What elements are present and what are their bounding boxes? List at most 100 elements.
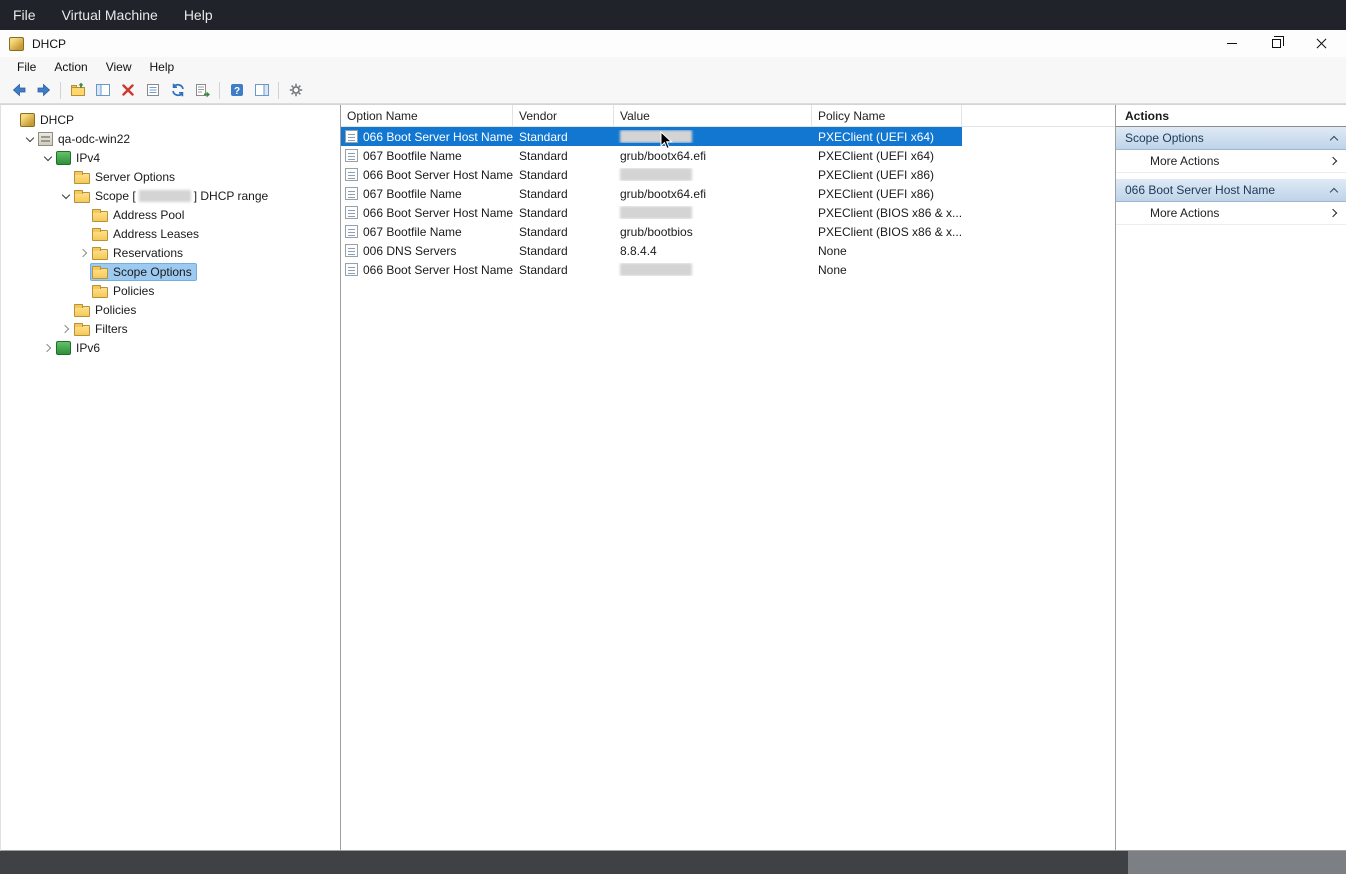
- ipv4-icon: [56, 151, 71, 165]
- cell-option-name: 006 DNS Servers: [341, 244, 513, 258]
- option-name-text: 066 Boot Server Host Name: [363, 130, 513, 144]
- export-list-button[interactable]: [190, 79, 215, 102]
- minimize-button[interactable]: [1209, 30, 1254, 57]
- vm-menubar: File Virtual Machine Help: [0, 0, 1346, 30]
- option-name-text: 067 Bootfile Name: [363, 187, 462, 201]
- properties-button[interactable]: [140, 79, 165, 102]
- table-row[interactable]: 067 Bootfile NameStandardgrub/bootx64.ef…: [341, 146, 962, 165]
- toolbar-separator: [278, 82, 279, 99]
- tree-item[interactable]: Address Leases: [1, 224, 340, 243]
- help-button[interactable]: ?: [224, 79, 249, 102]
- chevron-up-icon[interactable]: [1330, 135, 1338, 143]
- table-row[interactable]: 066 Boot Server Host NameStandardPXEClie…: [341, 127, 962, 146]
- cell-value: [614, 168, 812, 181]
- tree-item[interactable]: Filters: [1, 319, 340, 338]
- show-action-pane-button[interactable]: [249, 79, 274, 102]
- redacted-text: [139, 190, 191, 202]
- cell-value: [614, 263, 812, 276]
- chevron-right-icon[interactable]: [41, 341, 55, 355]
- option-name-text: 067 Bootfile Name: [363, 225, 462, 239]
- tree-item[interactable]: Policies: [1, 300, 340, 319]
- tree-item-label: Scope Options: [113, 265, 192, 279]
- redacted-value: [620, 206, 692, 219]
- forward-button[interactable]: [31, 79, 56, 102]
- action-section-header[interactable]: 066 Boot Server Host Name: [1116, 179, 1346, 202]
- tree-item[interactable]: qa-odc-win22: [1, 129, 340, 148]
- option-icon: [345, 187, 358, 200]
- action-section-header[interactable]: Scope Options: [1116, 127, 1346, 150]
- restore-icon: [1272, 39, 1281, 48]
- folder-icon: [74, 325, 90, 336]
- cell-vendor: Standard: [513, 263, 614, 277]
- gear-button[interactable]: [283, 79, 308, 102]
- tree-item[interactable]: Server Options: [1, 167, 340, 186]
- tree-item[interactable]: Address Pool: [1, 205, 340, 224]
- column-header-value[interactable]: Value: [614, 105, 812, 126]
- menu-action[interactable]: Action: [45, 57, 96, 77]
- chevron-down-icon[interactable]: [41, 151, 55, 165]
- menubar: File Action View Help: [0, 57, 1346, 77]
- chevron-down-icon[interactable]: [59, 189, 73, 203]
- taskbar-tray: [1128, 851, 1346, 874]
- chevron-right-icon[interactable]: [59, 322, 73, 336]
- cell-policy-name: None: [812, 244, 962, 258]
- cell-policy-name: PXEClient (BIOS x86 & x...: [812, 225, 962, 239]
- chevron-right-icon[interactable]: [77, 246, 91, 260]
- tree-item[interactable]: IPv4: [1, 148, 340, 167]
- table-row[interactable]: 066 Boot Server Host NameStandardPXEClie…: [341, 203, 962, 222]
- menu-file[interactable]: File: [8, 57, 45, 77]
- tree-item[interactable]: Scope Options: [1, 262, 340, 281]
- chevron-placeholder: [77, 208, 91, 222]
- show-console-tree-button[interactable]: [90, 79, 115, 102]
- vm-menu-virtual-machine[interactable]: Virtual Machine: [49, 0, 171, 30]
- vm-menu-help[interactable]: Help: [171, 0, 226, 30]
- tree-item[interactable]: Reservations: [1, 243, 340, 262]
- refresh-icon: [170, 82, 186, 98]
- menu-help[interactable]: Help: [141, 57, 184, 77]
- action-section-label: 066 Boot Server Host Name: [1125, 183, 1275, 197]
- tree-item-label: Policies: [95, 303, 136, 317]
- restore-button[interactable]: [1254, 30, 1299, 57]
- chevron-down-icon[interactable]: [23, 132, 37, 146]
- column-header-vendor[interactable]: Vendor: [513, 105, 614, 126]
- chevron-up-icon[interactable]: [1330, 187, 1338, 195]
- window-title: DHCP: [32, 37, 66, 51]
- more-actions-item[interactable]: More Actions: [1116, 202, 1346, 225]
- table-row[interactable]: 066 Boot Server Host NameStandardNone: [341, 260, 962, 279]
- cell-policy-name: PXEClient (BIOS x86 & x...: [812, 206, 962, 220]
- tree-item[interactable]: Scope [] DHCP range: [1, 186, 340, 205]
- tree-item[interactable]: DHCP: [1, 110, 340, 129]
- table-row[interactable]: 067 Bootfile NameStandardgrub/bootbiosPX…: [341, 222, 962, 241]
- chevron-placeholder: [77, 265, 91, 279]
- tree-item[interactable]: Policies: [1, 281, 340, 300]
- toolbar-separator: [219, 82, 220, 99]
- tree-node: IPv4: [55, 150, 104, 166]
- back-button[interactable]: [6, 79, 31, 102]
- table-row[interactable]: 066 Boot Server Host NameStandardPXEClie…: [341, 165, 962, 184]
- option-name-text: 066 Boot Server Host Name: [363, 206, 513, 220]
- tree-item[interactable]: IPv6: [1, 338, 340, 357]
- option-name-text: 066 Boot Server Host Name: [363, 168, 513, 182]
- close-button[interactable]: [1299, 30, 1344, 57]
- table-row[interactable]: 006 DNS ServersStandard8.8.4.4None: [341, 241, 962, 260]
- cell-vendor: Standard: [513, 187, 614, 201]
- column-header-option-name[interactable]: Option Name: [341, 105, 513, 126]
- column-header-policy-name[interactable]: Policy Name: [812, 105, 962, 126]
- cell-value: [614, 206, 812, 219]
- more-actions-item[interactable]: More Actions: [1116, 150, 1346, 173]
- refresh-button[interactable]: [165, 79, 190, 102]
- menu-view[interactable]: View: [97, 57, 141, 77]
- table-row[interactable]: 067 Bootfile NameStandardgrub/bootx64.ef…: [341, 184, 962, 203]
- console-tree-pane: DHCPqa-odc-win22IPv4Server OptionsScope …: [1, 105, 341, 850]
- up-one-level-button[interactable]: [65, 79, 90, 102]
- actions-pane-title: Actions: [1116, 105, 1346, 127]
- tree-item-label: Filters: [95, 322, 128, 336]
- delete-button[interactable]: [115, 79, 140, 102]
- redacted-value: [620, 130, 692, 143]
- server-icon: [38, 132, 53, 146]
- forward-icon: [36, 82, 52, 98]
- vm-menu-file[interactable]: File: [0, 0, 49, 30]
- toolbar-separator: [60, 82, 61, 99]
- folder-icon: [74, 306, 90, 317]
- dhcp-app-icon: [9, 37, 24, 51]
